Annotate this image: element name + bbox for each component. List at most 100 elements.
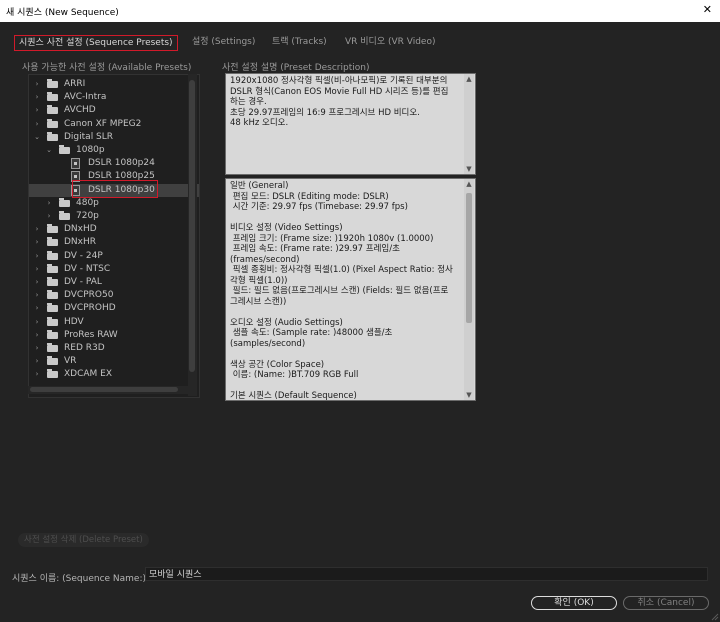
folder-icon — [47, 356, 58, 366]
folder-item[interactable]: › AVCHD — [29, 104, 199, 117]
chevron-down-icon[interactable]: ⌄ — [33, 131, 41, 144]
chevron-right-icon[interactable]: › — [33, 355, 41, 368]
folder-icon — [47, 118, 58, 128]
tab-bar: 시퀀스 사전 설정 (Sequence Presets) 설정 (Setting… — [0, 34, 720, 52]
folder-item[interactable]: › 720p — [29, 210, 199, 223]
chevron-right-icon[interactable]: › — [33, 342, 41, 355]
scroll-thumb[interactable] — [189, 80, 195, 372]
chevron-right-icon[interactable]: › — [33, 236, 41, 249]
description-scrollbar[interactable]: ▲ ▼ — [464, 74, 474, 174]
settings-scrollbar[interactable]: ▲ ▼ — [464, 179, 474, 400]
chevron-right-icon[interactable]: › — [45, 210, 53, 223]
ok-button[interactable]: 확인 (OK) — [531, 596, 617, 610]
folder-item[interactable]: › DV - 24P — [29, 250, 199, 263]
chevron-right-icon[interactable]: › — [33, 250, 41, 263]
folder-item[interactable]: › DV - PAL — [29, 276, 199, 289]
chevron-right-icon[interactable]: › — [33, 78, 41, 91]
folder-item[interactable]: › DNxHR — [29, 236, 199, 249]
tree-item-label: DNxHD — [64, 224, 97, 235]
folder-item[interactable]: › HDV — [29, 316, 199, 329]
folder-item[interactable]: › 480p — [29, 197, 199, 210]
folder-icon — [47, 224, 58, 234]
scroll-up-icon[interactable]: ▲ — [464, 75, 474, 83]
preset-description-label: 사전 설정 설명 (Preset Description) — [222, 63, 370, 73]
chevron-right-icon[interactable]: › — [33, 91, 41, 104]
folder-item[interactable]: › DV - NTSC — [29, 263, 199, 276]
window-title: 새 시퀀스 (New Sequence) — [6, 8, 119, 18]
scroll-down-icon[interactable]: ▼ — [464, 391, 474, 399]
folder-icon — [47, 290, 58, 300]
scroll-thumb[interactable] — [30, 387, 178, 392]
folder-icon — [47, 105, 58, 115]
tree-item-label: ARRI — [64, 79, 86, 89]
chevron-right-icon[interactable]: › — [33, 223, 41, 236]
folder-icon — [47, 343, 58, 352]
available-presets-label: 사용 가능한 사전 설정 (Available Presets) — [22, 63, 192, 73]
scroll-up-icon[interactable]: ▲ — [464, 180, 474, 188]
folder-icon — [47, 329, 58, 339]
preset-item[interactable]: DSLR 1080p24 — [29, 157, 199, 170]
tree-item-label: DNxHR — [64, 237, 97, 248]
selected-preset-highlight — [72, 180, 158, 198]
tree-item-label: ProRes RAW — [64, 329, 118, 340]
folder-item[interactable]: › DNxHD — [29, 223, 199, 236]
title-bar: 새 시퀀스 (New Sequence) ✕ — [0, 0, 720, 22]
chevron-right-icon[interactable]: › — [33, 368, 41, 381]
chevron-right-icon[interactable]: › — [33, 263, 41, 276]
chevron-right-icon[interactable]: › — [33, 329, 41, 342]
preset-description-text: 1920x1080 정사각형 픽셀(비-아나모픽)로 기록된 대부분의 DSLR… — [230, 76, 449, 128]
folder-item[interactable]: › DVCPRO50 — [29, 289, 199, 302]
tree-horizontal-scrollbar[interactable] — [28, 386, 188, 394]
folder-item[interactable]: › AVC-Intra — [29, 91, 199, 104]
tree-item-label: AVCHD — [64, 105, 96, 116]
folder-icon — [59, 197, 70, 207]
tab-sequence-presets[interactable]: 시퀀스 사전 설정 (Sequence Presets) — [14, 35, 178, 51]
folder-icon — [47, 369, 58, 379]
resize-grip-icon[interactable] — [711, 613, 719, 621]
presets-tree[interactable]: › ARRI › AVC-Intra › AVCHD › Canon XF MPEG2 ⌄ Dig… — [28, 74, 200, 398]
tree-item-label: RED R3D — [64, 343, 105, 353]
sequence-name-input[interactable]: 모바일 시퀀스 — [145, 567, 708, 581]
delete-preset-button: 사전 설정 삭제 (Delete Preset) — [18, 533, 149, 547]
folder-icon — [47, 79, 58, 88]
chevron-right-icon[interactable]: › — [33, 302, 41, 315]
sequence-name-label: 시퀀스 이름: (Sequence Name:) — [12, 574, 147, 584]
folder-icon — [59, 145, 70, 154]
close-icon[interactable]: ✕ — [703, 3, 712, 16]
folder-icon — [47, 237, 58, 247]
tree-item-label: Digital SLR — [64, 131, 114, 142]
tree-item-label: DV - PAL — [64, 277, 102, 287]
tree-item-label: HDV — [64, 316, 84, 327]
chevron-right-icon[interactable]: › — [33, 289, 41, 302]
tree-item-label: XDCAM EX — [64, 369, 113, 380]
tree-vertical-scrollbar[interactable] — [188, 74, 197, 396]
cancel-button[interactable]: 취소 (Cancel) — [623, 596, 709, 610]
chevron-right-icon[interactable]: › — [33, 104, 41, 117]
folder-item[interactable]: › VR — [29, 355, 199, 368]
chevron-right-icon[interactable]: › — [33, 118, 41, 131]
folder-item[interactable]: › ARRI — [29, 78, 199, 91]
folder-icon — [47, 92, 58, 102]
folder-item[interactable]: ⌄ Digital SLR — [29, 131, 199, 144]
folder-item[interactable]: › XDCAM EX — [29, 368, 199, 381]
tree-item-label: DV - NTSC — [64, 263, 111, 274]
tree-item-label: 480p — [76, 197, 99, 208]
folder-item[interactable]: › ProRes RAW — [29, 329, 199, 342]
folder-item[interactable]: › DVCPROHD — [29, 302, 199, 315]
chevron-right-icon[interactable]: › — [33, 316, 41, 329]
scroll-thumb[interactable] — [466, 193, 472, 323]
chevron-right-icon[interactable]: › — [33, 276, 41, 289]
folder-icon — [47, 316, 58, 326]
preset-description-box: 1920x1080 정사각형 픽셀(비-아나모픽)로 기록된 대부분의 DSLR… — [225, 73, 476, 175]
folder-item[interactable]: ⌄ 1080p — [29, 144, 199, 157]
folder-item[interactable]: › RED R3D — [29, 342, 199, 355]
folder-icon — [47, 131, 58, 141]
tab-settings[interactable]: 설정 (Settings) — [192, 34, 255, 50]
folder-item[interactable]: › Canon XF MPEG2 — [29, 118, 199, 131]
chevron-right-icon[interactable]: › — [45, 197, 53, 210]
tab-tracks[interactable]: 트랙 (Tracks) — [272, 34, 327, 50]
chevron-down-icon[interactable]: ⌄ — [45, 144, 53, 157]
tab-vr-video[interactable]: VR 비디오 (VR Video) — [345, 34, 435, 50]
scroll-down-icon[interactable]: ▼ — [464, 165, 474, 173]
tree-item-label: DVCPRO50 — [64, 290, 114, 301]
